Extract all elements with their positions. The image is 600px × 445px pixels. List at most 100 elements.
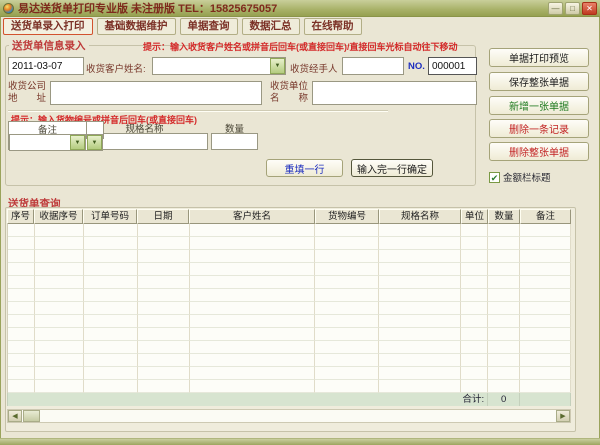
table-cell <box>137 354 190 367</box>
table-row[interactable] <box>8 302 571 315</box>
table-cell <box>520 315 571 328</box>
table-cell <box>488 328 521 341</box>
table-cell <box>461 354 489 367</box>
item-field: 备注 ▼ <box>8 121 87 151</box>
company-address-input[interactable] <box>50 81 262 105</box>
table-cell <box>520 224 571 237</box>
table-cell <box>34 237 84 250</box>
table-cell <box>189 341 316 354</box>
scroll-right-button[interactable]: ▶ <box>556 410 570 422</box>
table-row[interactable] <box>8 380 571 393</box>
table-cell <box>189 380 316 393</box>
table-row[interactable] <box>8 328 571 341</box>
close-button[interactable]: ✕ <box>582 1 597 15</box>
checkbox-check-icon[interactable]: ✔ <box>489 171 500 183</box>
header-cell[interactable]: 订单号码 <box>83 209 137 224</box>
scroll-thumb[interactable] <box>23 410 40 422</box>
header-cell[interactable]: 货物编号 <box>315 209 379 224</box>
query-table-body <box>7 224 571 393</box>
header-cell[interactable]: 客户姓名 <box>189 209 315 224</box>
header-cell[interactable]: 数量 <box>488 209 520 224</box>
unit-name-input[interactable] <box>312 81 477 105</box>
side-button[interactable]: 保存整张单据 <box>489 72 589 91</box>
table-cell <box>137 250 190 263</box>
side-button[interactable]: 删除一条记录 <box>489 119 589 138</box>
table-cell <box>189 367 316 380</box>
maximize-button[interactable]: □ <box>565 1 580 15</box>
header-cell[interactable]: 序号 <box>7 209 34 224</box>
scroll-left-button[interactable]: ◀ <box>8 410 22 422</box>
chevron-down-icon[interactable]: ▼ <box>270 58 285 74</box>
confirm-row-button[interactable]: 输入完一行确定 <box>351 159 433 177</box>
table-cell <box>379 263 462 276</box>
table-cell <box>83 276 138 289</box>
table-cell <box>34 250 84 263</box>
table-cell <box>83 354 138 367</box>
date-input[interactable] <box>8 57 84 75</box>
header-cell[interactable]: 单位 <box>461 209 488 224</box>
table-cell <box>488 367 521 380</box>
tab[interactable]: 基础数据维护 <box>96 18 176 35</box>
table-cell <box>83 380 138 393</box>
table-cell <box>8 224 35 237</box>
tab[interactable]: 送货单录入打印 <box>3 18 93 35</box>
total-label-cell: 合计: <box>8 393 489 406</box>
tab[interactable]: 单据查询 <box>179 18 238 35</box>
side-button[interactable]: 新增一张单据 <box>489 96 589 115</box>
customer-name-combo[interactable]: ▼ <box>152 57 286 75</box>
total-row: 合计: 0 <box>7 393 571 406</box>
table-cell <box>83 302 138 315</box>
minimize-button[interactable]: — <box>548 1 563 15</box>
side-button[interactable]: 单据打印预览 <box>489 48 589 67</box>
handler-label: 收货经手人 <box>290 64 338 75</box>
tab[interactable]: 在线帮助 <box>303 18 362 35</box>
table-row[interactable] <box>8 315 571 328</box>
tab[interactable]: 数据汇总 <box>241 18 300 35</box>
table-cell <box>137 224 190 237</box>
chevron-down-icon[interactable]: ▼ <box>70 135 85 150</box>
table-cell <box>461 328 489 341</box>
header-cell[interactable]: 收据序号 <box>34 209 83 224</box>
scroll-track[interactable] <box>40 410 556 422</box>
table-cell <box>520 237 571 250</box>
table-row[interactable] <box>8 237 571 250</box>
header-cell[interactable]: 备注 <box>520 209 571 224</box>
table-row[interactable] <box>8 263 571 276</box>
handler-input[interactable] <box>342 57 404 75</box>
header-cell[interactable]: 日期 <box>137 209 189 224</box>
table-row[interactable] <box>8 250 571 263</box>
header-cell[interactable]: 规格名称 <box>379 209 461 224</box>
chevron-down-icon[interactable]: ▼ <box>87 135 102 150</box>
amount-checkbox[interactable]: ✔ 金额栏标题 <box>489 170 551 184</box>
item-field-textbox[interactable] <box>10 135 70 150</box>
no-input[interactable] <box>428 57 477 75</box>
table-cell <box>379 328 462 341</box>
tab-bar: 送货单录入打印 基础数据维护 单据查询 数据汇总 在线帮助 <box>3 18 600 35</box>
table-row[interactable] <box>8 341 571 354</box>
side-button[interactable]: 删除整张单据 <box>489 142 589 161</box>
refill-row-button[interactable]: 重填一行 <box>266 159 343 177</box>
table-cell <box>8 250 35 263</box>
table-cell <box>461 237 489 250</box>
table-row[interactable] <box>8 224 571 237</box>
table-cell <box>315 302 380 315</box>
table-cell <box>315 328 380 341</box>
table-cell <box>83 224 138 237</box>
table-cell <box>315 367 380 380</box>
table-cell <box>83 367 138 380</box>
customer-combo-input[interactable] <box>153 58 270 74</box>
table-cell <box>488 224 521 237</box>
table-cell <box>461 289 489 302</box>
table-row[interactable] <box>8 276 571 289</box>
table-cell <box>83 250 138 263</box>
table-cell <box>8 263 35 276</box>
item-field-input[interactable]: ▼ <box>9 134 86 151</box>
horizontal-scrollbar[interactable]: ◀ ▶ <box>7 409 571 423</box>
item-field-textbox[interactable] <box>212 134 257 149</box>
table-row[interactable] <box>8 367 571 380</box>
table-row[interactable] <box>8 354 571 367</box>
item-field-input[interactable]: ▼ <box>211 133 258 150</box>
table-cell <box>315 250 380 263</box>
item-field-label: 数量 <box>224 124 244 135</box>
table-row[interactable] <box>8 289 571 302</box>
